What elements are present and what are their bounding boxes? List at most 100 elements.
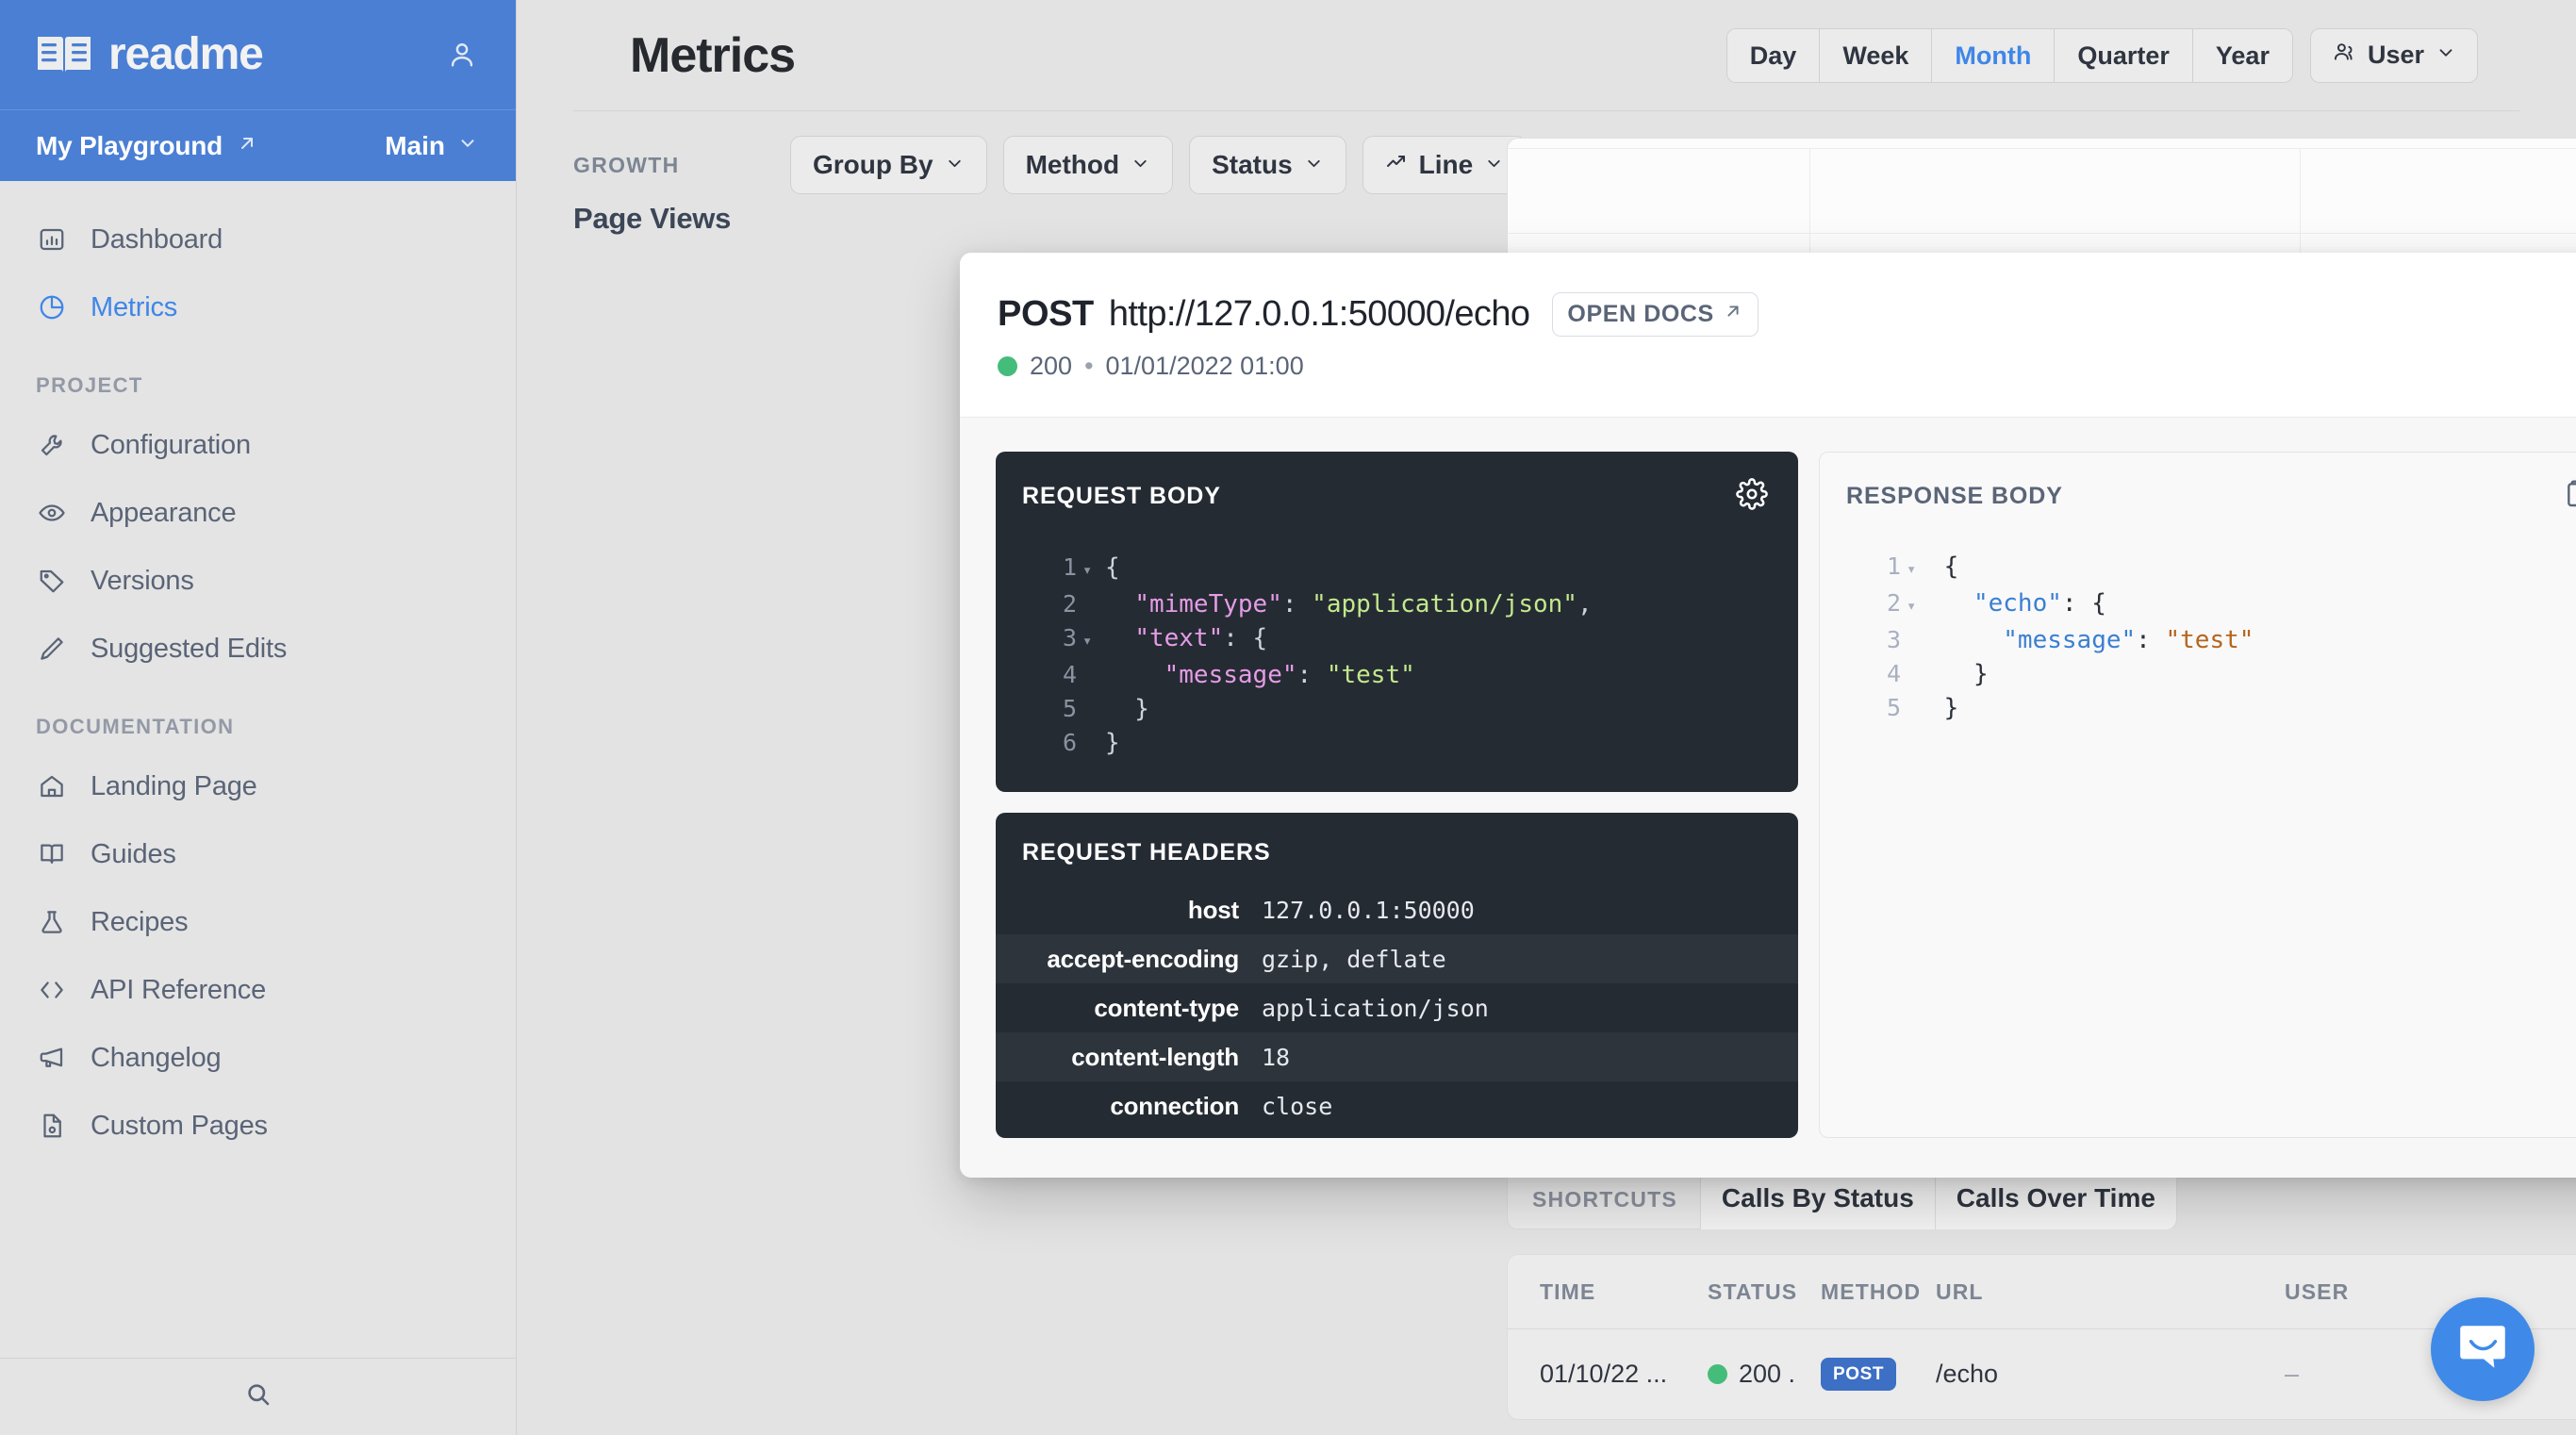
code-brackets-icon: [36, 974, 68, 1006]
external-link-icon: [236, 132, 258, 159]
page-title: Metrics: [630, 27, 796, 83]
line-number: 3: [1886, 626, 1901, 653]
period-segmented-control: Day Week Month Quarter Year: [1726, 27, 2293, 83]
sidebar-item-versions[interactable]: Versions: [0, 547, 516, 615]
project-link[interactable]: My Playground: [36, 131, 258, 161]
modal-status-code: 200: [1030, 352, 1073, 380]
group-by-label: Group By: [813, 150, 933, 179]
code-line: 3 ▾ "text": {: [1022, 621, 1772, 658]
modal-timestamp: 01/01/2022 01:00: [1105, 352, 1304, 380]
shortcut-calls-over-time[interactable]: Calls Over Time: [1934, 1169, 2176, 1229]
cell-method: POST: [1821, 1358, 1936, 1391]
response-body-code[interactable]: 1 ▾ { 2 ▾ "echo": { 3 "message": "test" 4 …: [1820, 533, 2576, 757]
column-header-status[interactable]: STATUS: [1708, 1279, 1821, 1305]
fold-toggle-icon[interactable]: ▾: [1082, 554, 1105, 587]
line-number: 5: [1062, 695, 1077, 722]
clipboard-icon[interactable]: [2560, 479, 2576, 514]
bar-chart-icon: [36, 223, 68, 256]
header-row: host 127.0.0.1:50000: [996, 885, 1798, 934]
open-docs-label: OPEN DOCS: [1567, 301, 1714, 327]
sidebar-item-dashboard[interactable]: Dashboard: [0, 206, 516, 273]
user-filter-dropdown[interactable]: User: [2309, 27, 2478, 83]
main-content: Metrics Day Week Month Quarter Year User…: [517, 0, 2576, 1435]
header-key: accept-encoding: [1047, 944, 1239, 973]
period-tab-month[interactable]: Month: [1932, 28, 2056, 82]
group-by-dropdown[interactable]: Group By: [790, 136, 987, 194]
method-dropdown[interactable]: Method: [1002, 136, 1174, 194]
header-controls: Day Week Month Quarter Year User: [1726, 27, 2478, 83]
column-header-method[interactable]: METHOD: [1821, 1279, 1936, 1305]
sidebar-item-landing-page[interactable]: Landing Page: [0, 752, 516, 820]
tag-icon: [36, 565, 68, 597]
brand-logo-group[interactable]: readme: [36, 29, 264, 79]
line-number: 2: [1062, 590, 1077, 618]
header-row: content-length 18: [996, 1032, 1798, 1081]
project-switcher[interactable]: My Playground Main: [0, 109, 516, 181]
chart-type-dropdown[interactable]: Line: [1362, 136, 1527, 194]
sidebar-item-changelog[interactable]: Changelog: [0, 1024, 516, 1092]
header-row: connection close: [996, 1081, 1798, 1130]
sidebar-item-recipes[interactable]: Recipes: [0, 888, 516, 956]
open-docs-button[interactable]: OPEN DOCS: [1552, 292, 1759, 337]
code-line: 1 ▾ {: [1846, 550, 2576, 586]
period-tab-quarter[interactable]: Quarter: [2055, 28, 2193, 82]
branch-dropdown[interactable]: Main: [385, 131, 478, 161]
search-icon[interactable]: [244, 1380, 272, 1413]
chevron-down-icon: [2436, 41, 2456, 70]
header-key: content-type: [1094, 993, 1239, 1022]
line-number: 3: [1062, 624, 1077, 652]
status-code-text: 200 .: [1739, 1360, 1796, 1388]
period-tab-year[interactable]: Year: [2192, 28, 2292, 82]
shortcut-calls-by-status[interactable]: Calls By Status: [1699, 1169, 1935, 1229]
account-avatar-icon[interactable]: [446, 39, 478, 71]
line-number: 5: [1886, 694, 1901, 721]
fold-toggle-icon[interactable]: ▾: [1082, 625, 1105, 658]
sidebar-item-guides[interactable]: Guides: [0, 820, 516, 888]
sidebar-item-configuration[interactable]: Configuration: [0, 411, 516, 479]
api-calls-table: TIME STATUS METHOD URL USER COMPANY USER…: [1507, 1254, 2576, 1420]
sidebar-item-custom-pages[interactable]: Custom Pages: [0, 1092, 516, 1160]
table-row[interactable]: 01/10/22 ... 200 . POST /echo – – –: [1508, 1328, 2576, 1419]
cell-status: 200 .: [1708, 1360, 1821, 1389]
modal-body: REQUEST BODY 1 ▾{ 2 "mimeType": "applicat…: [960, 418, 2576, 1178]
code-line: 2 "mimeType": "application/json",: [1022, 587, 1772, 621]
status-dropdown[interactable]: Status: [1189, 136, 1346, 194]
brand-name: readme: [108, 29, 264, 79]
sidebar-item-metrics[interactable]: Metrics: [0, 273, 516, 341]
response-body-panel: RESPONSE BODY 1 ▾ { 2 ▾ "echo": {3 "mes…: [1819, 452, 2576, 1138]
sidebar-item-label: Suggested Edits: [91, 633, 288, 664]
column-header-url[interactable]: URL: [1936, 1279, 2285, 1305]
sidebar-item-label: API Reference: [91, 974, 266, 1005]
modal-separator: •: [1084, 352, 1094, 380]
sidebar-item-suggested-edits[interactable]: Suggested Edits: [0, 615, 516, 683]
sidebar-item-api-reference[interactable]: API Reference: [0, 956, 516, 1024]
sidebar-item-label: Changelog: [91, 1042, 222, 1073]
eye-icon: [36, 497, 68, 529]
gear-icon[interactable]: [1736, 478, 1768, 515]
line-number: 2: [1886, 589, 1901, 617]
close-icon[interactable]: [2570, 312, 2576, 357]
sidebar-item-appearance[interactable]: Appearance: [0, 479, 516, 547]
request-body-code[interactable]: 1 ▾{ 2 "mimeType": "application/json", 3 ▾…: [996, 534, 1798, 792]
chevron-down-icon: [945, 150, 965, 180]
fold-toggle-icon[interactable]: ▾: [1907, 590, 1929, 623]
line-number: 1: [1062, 553, 1077, 581]
status-dot-icon: [998, 356, 1017, 376]
chart-type-label: Line: [1418, 150, 1474, 179]
method-label: Method: [1025, 150, 1120, 179]
period-tab-day[interactable]: Day: [1726, 28, 1821, 82]
period-tab-week[interactable]: Week: [1820, 28, 1933, 82]
header-key: content-length: [1071, 1042, 1239, 1071]
book-icon: [36, 838, 68, 870]
column-header-time[interactable]: TIME: [1540, 1279, 1708, 1305]
code-line: 3 "message": "test": [1846, 623, 2576, 657]
sidebar-section-documentation: DOCUMENTATION: [36, 715, 235, 738]
shortcuts-bar: SHORTCUTS Calls By Status Calls Over Tim…: [1507, 1169, 2177, 1229]
column-header-user[interactable]: USER: [2285, 1279, 2576, 1305]
sidebar-item-label: Recipes: [91, 906, 189, 937]
header-value: 18: [1262, 1043, 1291, 1071]
intercom-launcher-button[interactable]: [2431, 1297, 2535, 1401]
fold-toggle-icon[interactable]: ▾: [1907, 553, 1929, 586]
header-value: close: [1262, 1092, 1333, 1120]
chevron-down-icon: [1304, 150, 1324, 180]
